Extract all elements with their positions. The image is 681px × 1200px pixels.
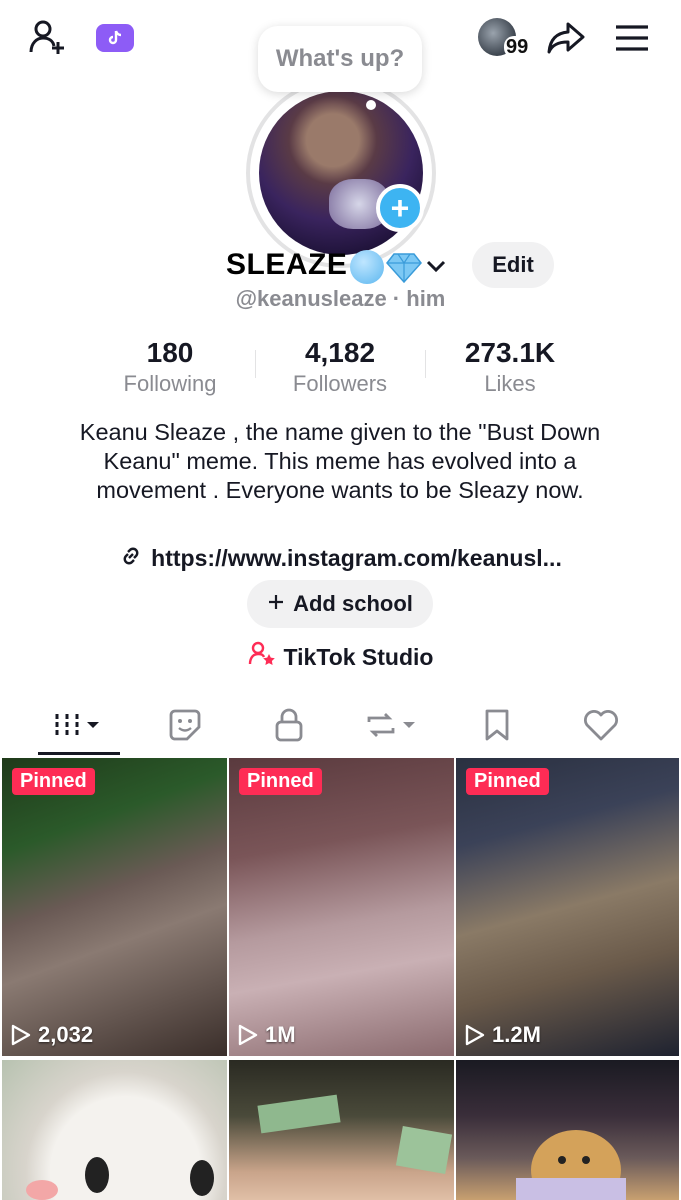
thumbnail-art	[26, 1157, 214, 1200]
tab-favorites[interactable]	[160, 696, 210, 754]
status-bubble[interactable]: What's up?	[258, 26, 422, 92]
video-thumbnail[interactable]	[229, 1060, 454, 1200]
play-icon	[238, 1024, 258, 1046]
play-icon	[11, 1024, 31, 1046]
link-text: https://www.instagram.com/keanusl...	[151, 545, 562, 571]
stat-followers-label: Followers	[292, 371, 388, 396]
play-icon	[465, 1024, 485, 1046]
add-school-button[interactable]: Add school	[247, 580, 433, 628]
view-count: 1M	[237, 1022, 296, 1048]
stat-likes-label: Likes	[484, 371, 536, 396]
video-thumbnail[interactable]: Pinned 1M	[229, 758, 454, 1056]
video-thumbnail[interactable]: Pinned 2,032	[2, 758, 227, 1056]
view-count: 2,032	[10, 1022, 93, 1048]
share-icon[interactable]	[544, 16, 588, 60]
view-count-text: 2,032	[38, 1022, 94, 1047]
bio-link[interactable]: https://www.instagram.com/keanusl...	[0, 544, 681, 573]
tab-videos[interactable]	[38, 696, 120, 754]
gem-emoji-icon	[386, 252, 422, 289]
friend-count: 99	[504, 36, 531, 58]
menu-icon[interactable]	[610, 16, 654, 60]
tiktok-icon[interactable]	[96, 24, 134, 52]
plus-icon	[267, 591, 285, 617]
tiktok-studio-link[interactable]: TikTok Studio	[0, 640, 681, 674]
stat-followers[interactable]: 4,182 Followers	[255, 336, 425, 398]
add-school-label: Add school	[293, 591, 413, 616]
active-tab-indicator	[38, 752, 120, 755]
stat-following[interactable]: 180 Following	[85, 336, 255, 398]
friend-activity-button[interactable]: 99	[476, 16, 532, 60]
profile-bio: Keanu Sleaze , the name given to the "Bu…	[79, 419, 601, 503]
video-thumbnail[interactable]	[2, 1060, 227, 1200]
status-bubble-text: What's up?	[275, 45, 405, 72]
pinned-badge: Pinned	[12, 768, 95, 795]
cold-face-emoji-icon	[350, 250, 384, 284]
name-row: SLEAZE Edit	[0, 240, 681, 292]
chevron-down-icon[interactable]	[424, 254, 448, 283]
thumbnail-art	[257, 1094, 453, 1175]
username-handle: @keanusleaze · him	[235, 286, 446, 311]
tab-liked[interactable]	[576, 696, 626, 754]
content-tabs	[0, 696, 681, 758]
studio-user-star-icon	[248, 640, 276, 674]
edit-profile-button[interactable]: Edit	[472, 242, 554, 288]
pinned-badge: Pinned	[239, 768, 322, 795]
pinned-badge: Pinned	[466, 768, 549, 795]
stat-followers-value: 4,182	[304, 337, 376, 368]
tab-bookmarks[interactable]	[472, 696, 522, 754]
stat-likes[interactable]: 273.1K Likes	[425, 336, 595, 398]
tab-private[interactable]	[264, 696, 314, 754]
studio-label: TikTok Studio	[283, 643, 434, 670]
stat-following-value: 180	[146, 337, 194, 368]
stat-following-label: Following	[123, 371, 217, 396]
tab-reposts[interactable]	[360, 696, 422, 754]
stat-likes-value: 273.1K	[464, 337, 556, 368]
add-story-plus-icon[interactable]: +	[376, 184, 424, 232]
video-thumbnail[interactable]	[456, 1060, 679, 1200]
video-grid: Pinned 2,032 Pinned 1M Pinned 1.2M	[0, 758, 681, 1200]
view-count: 1.2M	[464, 1022, 541, 1048]
view-count-text: 1.2M	[492, 1022, 541, 1047]
thumbnail-art	[516, 1130, 626, 1200]
video-thumbnail[interactable]: Pinned 1.2M	[456, 758, 679, 1056]
view-count-text: 1M	[265, 1022, 296, 1047]
profile-stats: 180 Following 4,182 Followers 273.1K Lik…	[0, 336, 681, 402]
bubble-tail	[366, 100, 376, 110]
display-name: SLEAZE	[226, 248, 348, 281]
add-user-icon[interactable]	[26, 16, 70, 60]
link-icon	[119, 544, 143, 573]
